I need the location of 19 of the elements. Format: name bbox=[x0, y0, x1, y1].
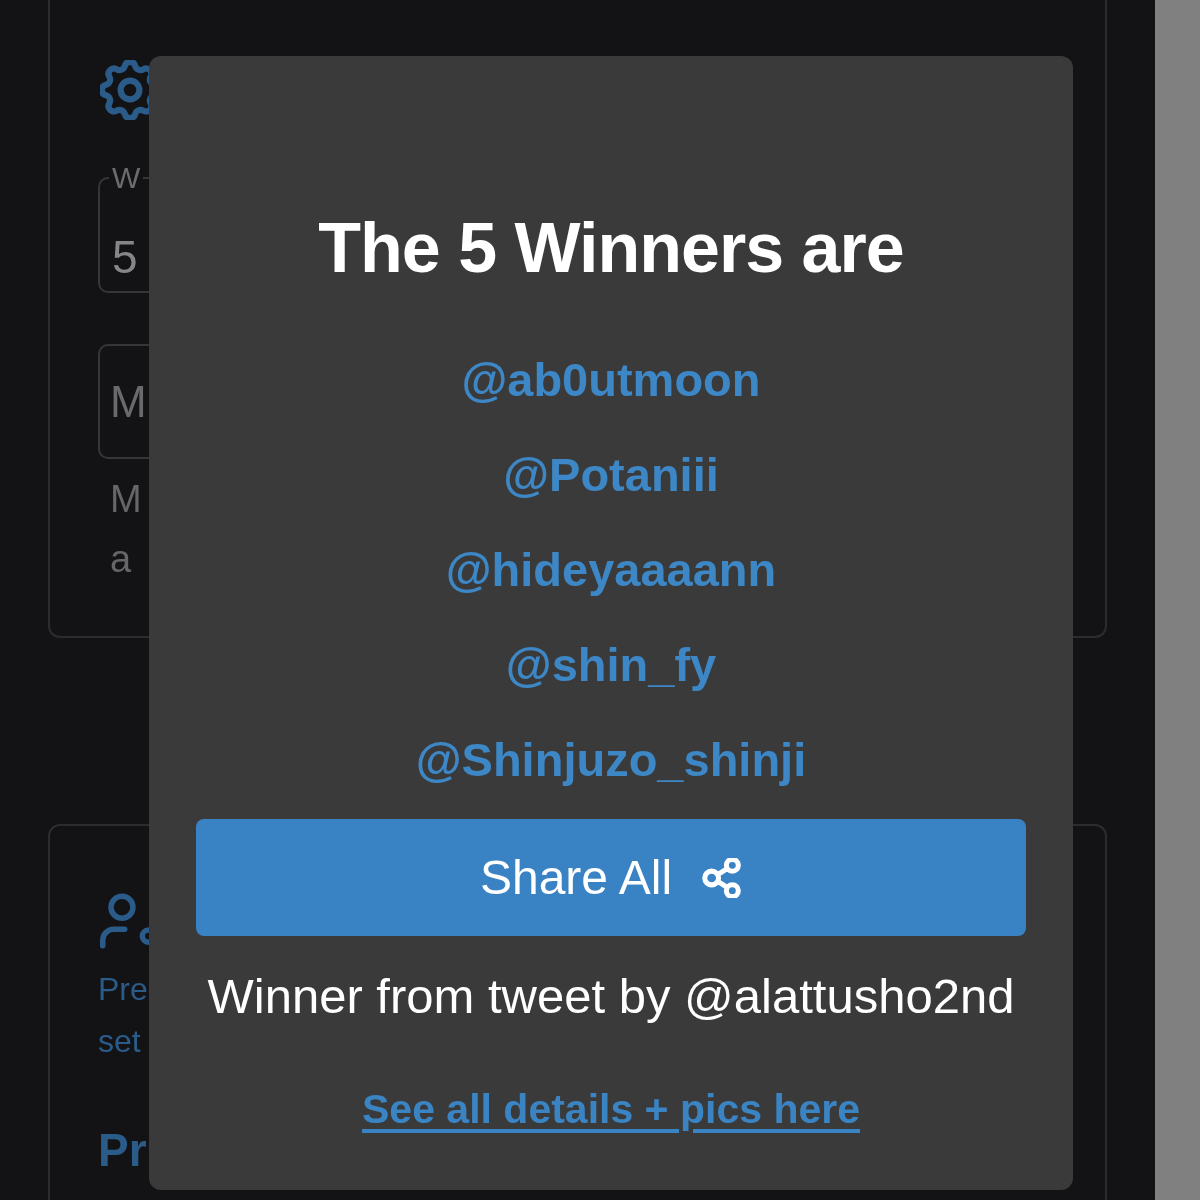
user-gear-icon bbox=[100, 893, 150, 949]
dialog-title: The 5 Winners are bbox=[318, 208, 904, 288]
details-link[interactable]: See all details + pics here bbox=[362, 1084, 860, 1134]
credit-text: Winner from tweet by @alattusho2nd bbox=[207, 968, 1015, 1025]
winner-link[interactable]: @shin_fy bbox=[505, 617, 717, 712]
helper-text: M bbox=[110, 477, 142, 522]
share-icon bbox=[702, 857, 743, 898]
winner-link[interactable]: @Potaniii bbox=[503, 427, 719, 522]
winner-link[interactable]: @ab0utmoon bbox=[461, 332, 761, 427]
field-value: 5 bbox=[111, 230, 138, 285]
winner-link[interactable]: @Shinjuzo_shinji bbox=[415, 712, 807, 807]
field-label: W bbox=[111, 161, 142, 195]
winner-link[interactable]: @hideyaaaann bbox=[445, 522, 777, 617]
helper-text: a bbox=[110, 537, 133, 582]
section-heading: Pr bbox=[98, 1123, 147, 1178]
share-button[interactable]: Share All bbox=[196, 819, 1026, 936]
description-text: set bbox=[98, 1022, 142, 1061]
field-placeholder: M bbox=[110, 375, 147, 428]
description-text: Pre bbox=[98, 970, 148, 1009]
